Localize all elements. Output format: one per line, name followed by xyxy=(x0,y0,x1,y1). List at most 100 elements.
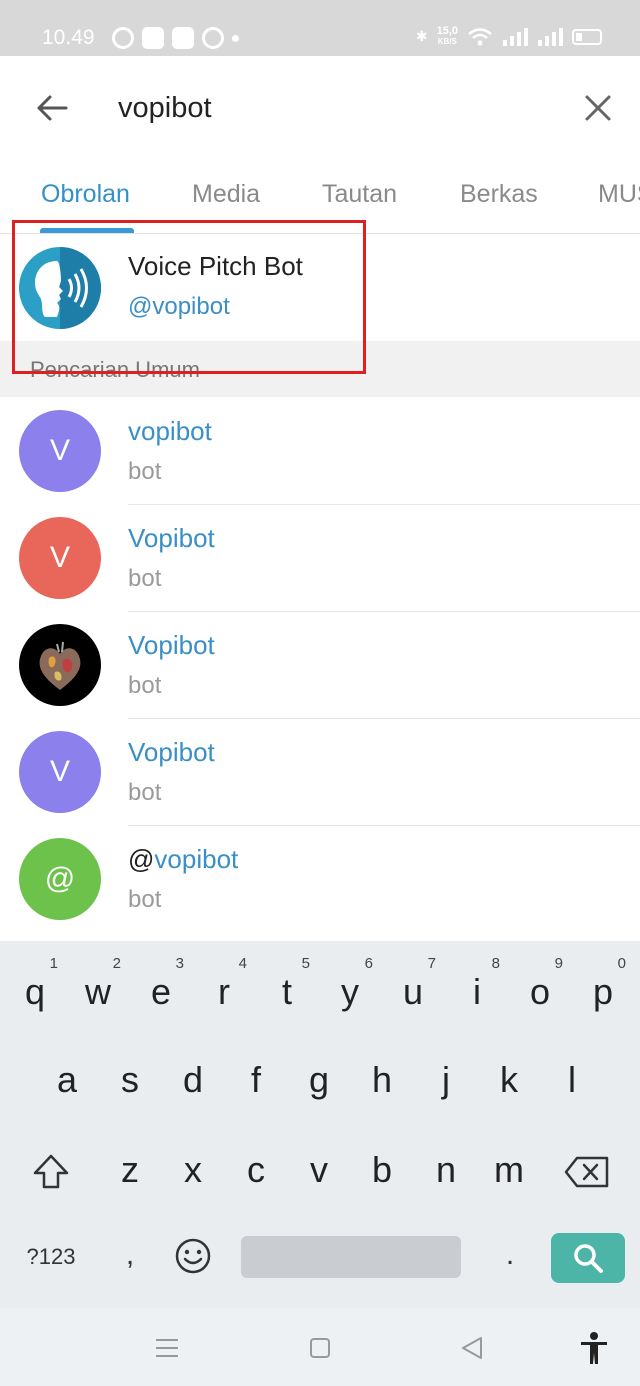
key-m[interactable]: m xyxy=(484,1149,534,1191)
tab-tautan[interactable]: Tautan xyxy=(322,180,397,209)
system-navigation-bar xyxy=(0,1308,640,1386)
voice-face-icon xyxy=(35,247,101,329)
tab-media[interactable]: Media xyxy=(192,180,260,209)
arrow-left-icon xyxy=(37,95,68,121)
key-h[interactable]: h xyxy=(357,1059,407,1101)
key-d[interactable]: d xyxy=(168,1059,218,1101)
search-input[interactable]: vopibot xyxy=(118,92,212,125)
key-f[interactable]: f xyxy=(231,1059,281,1101)
whatsapp-icon xyxy=(112,27,134,49)
search-icon xyxy=(574,1244,603,1273)
triangle-back-icon xyxy=(462,1337,482,1359)
key-c[interactable]: c xyxy=(231,1149,281,1191)
shift-key[interactable] xyxy=(26,1147,76,1197)
backspace-icon xyxy=(564,1156,609,1188)
key-j[interactable]: j xyxy=(421,1059,471,1101)
accessibility-icon xyxy=(581,1332,607,1364)
key-u[interactable]: u7 xyxy=(388,955,438,1013)
space-bar[interactable] xyxy=(241,1236,461,1278)
avatar: V xyxy=(19,731,101,813)
result-subtitle: bot xyxy=(128,565,162,592)
list-item[interactable]: V Vopibot bot xyxy=(0,719,640,826)
back-button[interactable] xyxy=(30,86,74,130)
share-notification-icon xyxy=(202,27,224,49)
key-g[interactable]: g xyxy=(294,1059,344,1101)
signal-icon-2 xyxy=(538,27,563,46)
status-bar: 10.49 ✱ 15,0 KB/S xyxy=(0,0,640,56)
key-v[interactable]: v xyxy=(294,1149,344,1191)
status-time: 10.49 xyxy=(42,26,95,49)
key-b[interactable]: b xyxy=(357,1149,407,1191)
key-p[interactable]: p0 xyxy=(578,955,628,1013)
voice-pitch-bot-avatar xyxy=(19,247,101,329)
smiley-icon xyxy=(175,1238,211,1274)
on-screen-keyboard: q1 w2 e3 r4 t5 y6 u7 i8 o9 p0 a s d f g … xyxy=(0,941,640,1308)
list-item[interactable]: V vopibot bot xyxy=(0,398,640,505)
tab-berkas[interactable]: Berkas xyxy=(460,180,538,209)
search-tabs: Obrolan Media Tautan Berkas MUSIK xyxy=(0,160,640,234)
result-name: Vopibot xyxy=(128,523,215,553)
avatar: @ xyxy=(19,838,101,920)
key-w[interactable]: w2 xyxy=(73,955,123,1013)
key-s[interactable]: s xyxy=(105,1059,155,1101)
key-e[interactable]: e3 xyxy=(136,955,186,1013)
avatar: V xyxy=(19,410,101,492)
backspace-key[interactable] xyxy=(562,1149,612,1195)
global-results-list: V vopibot bot V Vopibot bot Vopibot bot … xyxy=(0,398,640,933)
key-l[interactable]: l xyxy=(547,1059,597,1101)
notification-icons xyxy=(112,27,239,49)
menu-icon xyxy=(156,1339,178,1357)
accessibility-button[interactable] xyxy=(574,1328,614,1368)
global-search-section: Pencarian Umum xyxy=(0,341,640,397)
tab-obrolan[interactable]: Obrolan xyxy=(41,180,130,209)
home-button[interactable] xyxy=(300,1328,340,1368)
period-key[interactable]: . xyxy=(490,1233,530,1277)
anatomical-heart-icon xyxy=(39,641,81,690)
result-name: Vopibot xyxy=(128,630,215,660)
key-o[interactable]: o9 xyxy=(515,955,565,1013)
recent-apps-button[interactable] xyxy=(147,1328,187,1368)
network-speed: 15,0 KB/S xyxy=(437,26,458,47)
comma-key[interactable]: , xyxy=(110,1233,150,1277)
top-result-name: Voice Pitch Bot xyxy=(128,251,303,281)
clear-search-button[interactable] xyxy=(578,88,618,128)
result-subtitle: bot xyxy=(128,779,162,806)
list-item[interactable]: Vopibot bot xyxy=(0,612,640,719)
shift-icon xyxy=(33,1154,69,1189)
emoji-key[interactable] xyxy=(172,1235,214,1277)
battery-icon xyxy=(572,28,602,45)
active-tab-indicator xyxy=(40,228,134,233)
key-r[interactable]: r4 xyxy=(199,955,249,1013)
search-header: vopibot xyxy=(0,56,640,160)
result-subtitle: bot xyxy=(128,886,162,913)
key-k[interactable]: k xyxy=(484,1059,534,1101)
top-result-handle: @vopibot xyxy=(128,293,230,320)
result-name-prefix: @ xyxy=(128,844,155,874)
key-y[interactable]: y6 xyxy=(325,955,375,1013)
network-speed-value: 15,0 xyxy=(436,25,458,37)
key-q[interactable]: q1 xyxy=(10,955,60,1013)
symbols-key[interactable]: ?123 xyxy=(14,1237,88,1277)
browser-notification-icon xyxy=(172,27,194,49)
key-a[interactable]: a xyxy=(42,1059,92,1101)
back-nav-button[interactable] xyxy=(452,1328,492,1368)
signal-icon-1 xyxy=(503,27,528,46)
list-item[interactable]: V Vopibot bot xyxy=(0,505,640,612)
key-i[interactable]: i8 xyxy=(452,955,502,1013)
more-notifications-icon xyxy=(232,34,239,42)
tab-musik[interactable]: MUSIK xyxy=(598,180,640,209)
key-x[interactable]: x xyxy=(168,1149,218,1191)
key-z[interactable]: z xyxy=(105,1149,155,1191)
keyboard-search-key[interactable] xyxy=(551,1233,625,1283)
result-subtitle: bot xyxy=(128,672,162,699)
bluetooth-icon: ✱ xyxy=(415,28,428,44)
system-icons: ✱ 15,0 KB/S xyxy=(416,26,602,47)
section-title: Pencarian Umum xyxy=(30,357,200,382)
list-item[interactable]: @ @vopibot bot xyxy=(0,826,640,933)
avatar: V xyxy=(19,517,101,599)
result-subtitle: bot xyxy=(128,458,162,485)
top-result-row[interactable]: Voice Pitch Bot @vopibot xyxy=(0,235,640,341)
key-n[interactable]: n xyxy=(421,1149,471,1191)
key-t[interactable]: t5 xyxy=(262,955,312,1013)
app-notification-icon xyxy=(142,27,164,49)
